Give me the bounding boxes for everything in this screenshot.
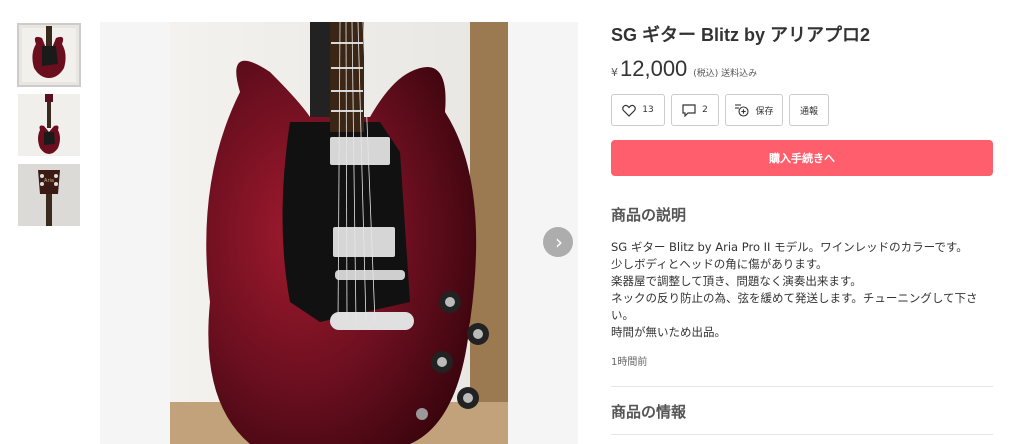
save-button[interactable]: 保存 — [725, 94, 783, 126]
action-buttons: 13 2 保存 通報 — [611, 94, 993, 126]
buy-button[interactable]: 購入手続きへ — [611, 140, 993, 176]
thumbnail-list: Aria — [17, 23, 81, 234]
price: 12,000 — [620, 56, 688, 81]
description-heading: 商品の説明 — [611, 206, 687, 224]
divider — [611, 386, 993, 387]
svg-text:Aria: Aria — [44, 178, 54, 184]
heart-icon — [622, 104, 637, 117]
divider — [611, 434, 993, 435]
thumbnail-1[interactable] — [17, 23, 81, 87]
like-count: 13 — [642, 105, 654, 115]
thumbnail-3[interactable]: Aria — [18, 164, 80, 226]
chevron-right-icon: › — [555, 230, 563, 254]
tax-shipping-note: (税込) 送料込み — [693, 69, 758, 79]
main-product-image: › — [100, 22, 578, 444]
thumbnail-3-image: Aria — [18, 164, 80, 226]
product-title: SG ギター Blitz by アリアプロ2 — [611, 25, 871, 45]
thumbnail-2[interactable] — [18, 94, 80, 156]
thumbnail-2-image — [18, 94, 80, 156]
comment-count: 2 — [702, 105, 708, 115]
comment-button[interactable]: 2 — [671, 94, 719, 126]
report-label: 通報 — [799, 106, 818, 117]
guitar-photo-image — [170, 22, 508, 444]
next-image-button[interactable]: › — [543, 227, 573, 257]
like-button[interactable]: 13 — [611, 94, 665, 126]
thumbnail-1-image — [18, 24, 80, 86]
description-text: SG ギター Blitz by Aria Pro II モデル。ワインレッドのカ… — [611, 240, 978, 339]
currency-symbol: ¥ — [611, 66, 618, 79]
posted-time: 1時間前 — [611, 357, 648, 368]
product-info-heading: 商品の情報 — [611, 403, 687, 421]
report-button[interactable]: 通報 — [789, 94, 829, 126]
save-label: 保存 — [755, 106, 774, 117]
price-row: ¥ 12,000 (税込) 送料込み — [611, 56, 993, 84]
product-info: SG ギター Blitz by アリアプロ2 ¥ 12,000 (税込) 送料込… — [611, 22, 993, 435]
comment-icon — [682, 103, 696, 117]
save-icon — [734, 103, 750, 117]
guitar-photo — [170, 22, 508, 444]
